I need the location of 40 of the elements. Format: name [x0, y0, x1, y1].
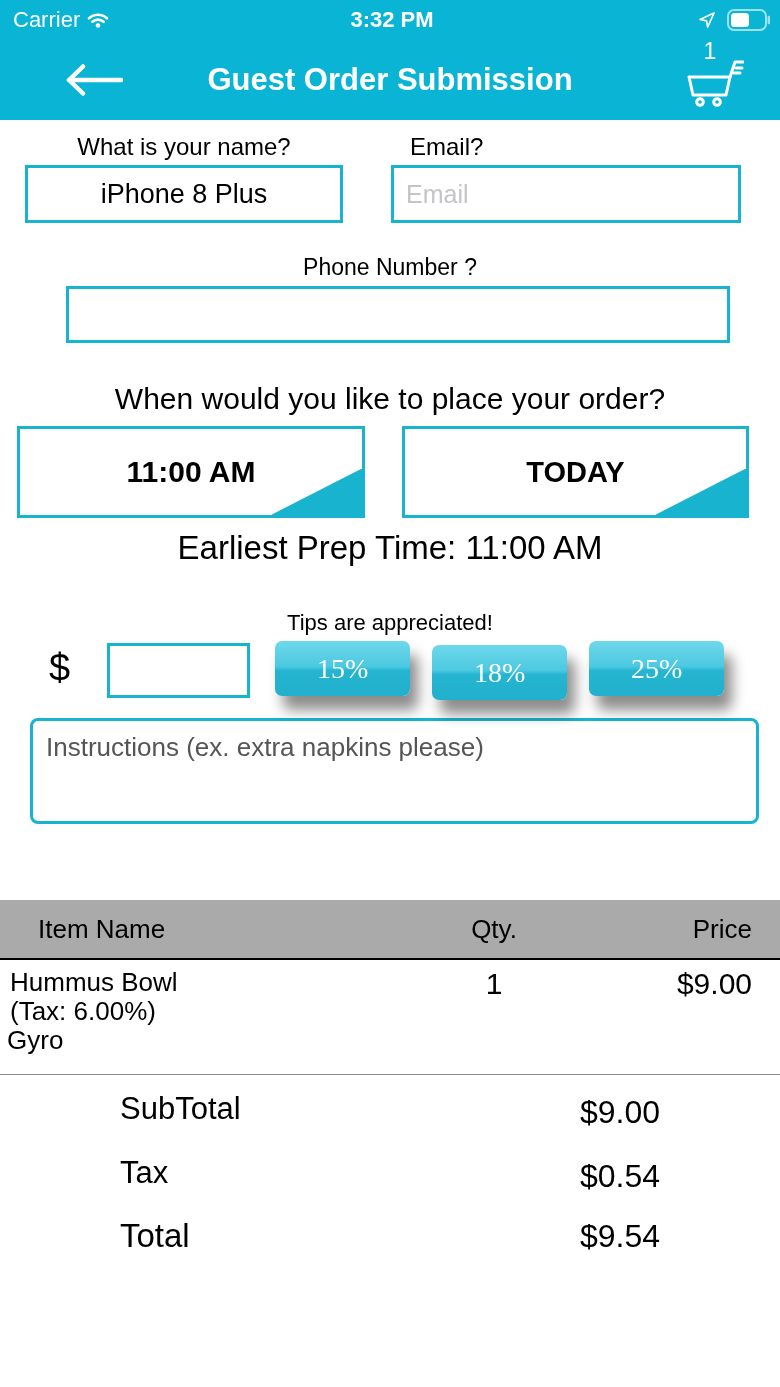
wifi-icon: [87, 12, 110, 28]
back-arrow-icon: [65, 64, 123, 96]
status-time: 3:32 PM: [350, 7, 434, 33]
item-quantity: 1: [485, 968, 503, 1000]
column-header: Qty.: [471, 914, 517, 944]
tips-heading: Tips are appreciated!: [287, 610, 493, 636]
battery-icon: [727, 9, 771, 31]
column-header: Price: [692, 914, 752, 944]
tip-amount-field[interactable]: [107, 643, 251, 698]
summary-label: Total: [120, 1216, 190, 1256]
summary-amount: $0.54: [579, 1158, 660, 1194]
cart-icon: [686, 59, 744, 107]
column-header: Item Name: [38, 914, 166, 944]
summary-label: SubTotal: [120, 1091, 241, 1127]
time-picker-button[interactable]: 11:00 AM: [17, 426, 365, 518]
field-label: Phone Number ?: [303, 253, 477, 281]
name-field[interactable]: iPhone 8 Plus: [25, 165, 343, 223]
tip-percent-button[interactable]: 25%: [589, 641, 725, 696]
tip-percent-button[interactable]: 18%: [432, 645, 568, 700]
item-modifier: Gyro: [7, 1026, 64, 1055]
item-name: Hummus Bowl: [10, 968, 178, 997]
location-arrow-icon: [699, 12, 715, 28]
summary-amount: $9.54: [579, 1218, 660, 1254]
summary-label: Tax: [120, 1155, 169, 1191]
date-picker-button[interactable]: TODAY: [402, 426, 749, 518]
page-title: Guest Order Submission: [207, 62, 573, 98]
field-label: What is your name?: [77, 133, 291, 161]
item-price: $9.00: [676, 968, 752, 1000]
prep-time-text: Earliest Prep Time: 11:00 AM: [177, 529, 603, 567]
currency-symbol: $: [49, 645, 71, 690]
phone-field[interactable]: [66, 286, 730, 343]
instructions-field[interactable]: Instructions (ex. extra napkins please): [30, 718, 759, 824]
item-tax-note: (Tax: 6.00%): [10, 997, 156, 1026]
summary-amount: $9.00: [579, 1094, 660, 1130]
field-label: Email?: [410, 133, 484, 161]
tip-percent-button[interactable]: 15%: [275, 641, 411, 696]
schedule-question: When would you like to place your order?: [114, 382, 666, 416]
cart-button[interactable]: 1: [676, 41, 744, 107]
email-field[interactable]: Email: [391, 165, 741, 223]
carrier-name: Carrier: [13, 7, 81, 33]
